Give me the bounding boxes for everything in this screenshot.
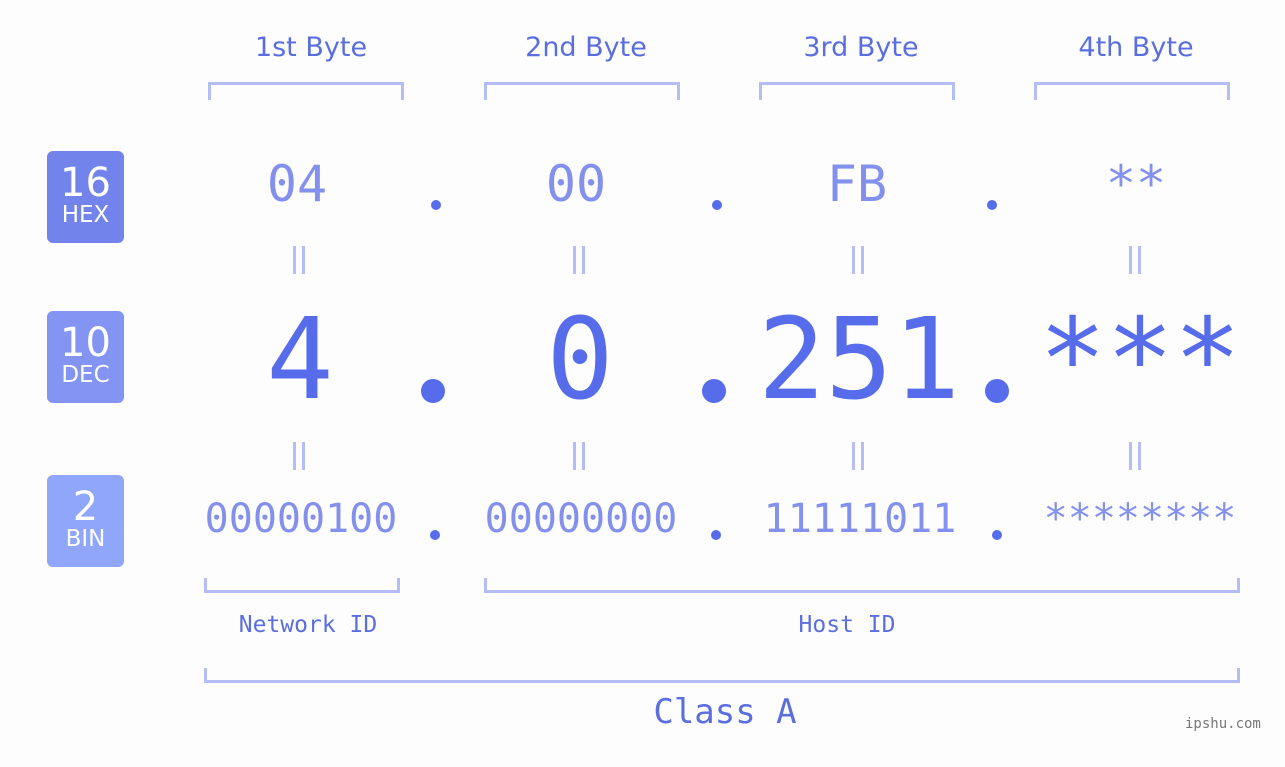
equals-icon: [852, 442, 864, 470]
hex-badge-label: HEX: [61, 202, 110, 228]
bin-octet-3: 11111011: [763, 496, 957, 542]
equals-icon: [293, 442, 305, 470]
bin-octet-1: 00000100: [204, 496, 398, 542]
class-label: Class A: [653, 692, 797, 732]
byte-bracket-2: [484, 82, 680, 100]
equals-icon: [573, 246, 585, 274]
bin-dot-1: [430, 530, 440, 540]
host-id-bracket: [484, 578, 1240, 593]
class-bracket: [204, 668, 1240, 683]
hex-octet-2: 00: [545, 155, 607, 213]
dec-octet-3: 251: [757, 295, 961, 425]
hex-dot-2: [712, 200, 722, 210]
bin-badge: 2 BIN: [47, 475, 124, 567]
hex-octet-4: **: [1105, 155, 1167, 213]
byte-header-2: 2nd Byte: [525, 32, 647, 63]
bin-badge-label: BIN: [65, 526, 106, 552]
bin-badge-number: 2: [72, 484, 99, 530]
bin-dot-2: [711, 530, 721, 540]
byte-bracket-1: [208, 82, 404, 100]
equals-icon: [852, 246, 864, 274]
bin-octet-2: 00000000: [484, 496, 678, 542]
hex-badge-number: 16: [60, 160, 111, 206]
dec-octet-2: 0: [546, 295, 614, 425]
network-id-bracket: [204, 578, 400, 593]
hex-badge: 16 HEX: [47, 151, 124, 243]
byte-bracket-4: [1034, 82, 1230, 100]
dec-badge-label: DEC: [61, 362, 110, 388]
dec-dot-1: [421, 379, 445, 403]
hex-dot-1: [431, 200, 441, 210]
byte-header-3: 3rd Byte: [803, 32, 919, 63]
byte-header-4: 4th Byte: [1078, 32, 1194, 63]
network-id-label: Network ID: [238, 612, 378, 638]
hex-dot-3: [987, 200, 997, 210]
byte-bracket-3: [759, 82, 955, 100]
equals-icon: [1129, 246, 1141, 274]
dec-badge: 10 DEC: [47, 311, 124, 403]
equals-icon: [573, 442, 585, 470]
host-id-label: Host ID: [798, 612, 896, 638]
byte-header-1: 1st Byte: [254, 32, 368, 63]
dec-octet-4: ***: [1038, 295, 1242, 425]
dec-dot-2: [702, 379, 726, 403]
dec-dot-3: [985, 379, 1009, 403]
equals-icon: [293, 246, 305, 274]
equals-icon: [1129, 442, 1141, 470]
hex-octet-3: FB: [826, 155, 888, 213]
watermark: ipshu.com: [1185, 716, 1261, 732]
bin-octet-4: ********: [1043, 496, 1237, 542]
dec-badge-number: 10: [60, 320, 111, 366]
hex-octet-1: 04: [266, 155, 328, 213]
dec-octet-1: 4: [266, 295, 334, 425]
bin-dot-3: [992, 530, 1002, 540]
